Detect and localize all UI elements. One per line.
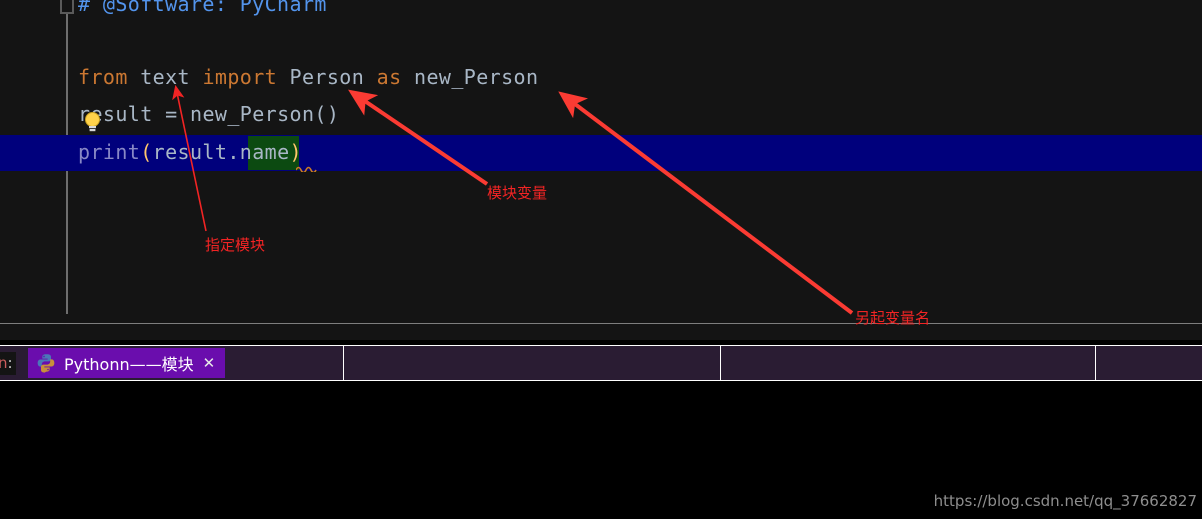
code-editor[interactable]: # @Software: PyCharm from text import Pe…	[0, 0, 1202, 340]
pycharm-window: # @Software: PyCharm from text import Pe…	[0, 0, 1202, 519]
token-equals: =	[165, 102, 178, 126]
token-print-fn: print	[78, 140, 141, 164]
code-line-print: print(result.name)	[78, 140, 302, 164]
intention-bulb-icon[interactable]	[84, 111, 101, 133]
tabbar-divider-1	[343, 345, 344, 381]
token-space-6	[153, 102, 165, 126]
tabbar-divider-2	[720, 345, 721, 381]
token-open-paren: (	[140, 140, 153, 164]
token-space-5	[402, 65, 414, 89]
close-icon[interactable]: ✕	[203, 354, 216, 372]
editor-console-divider[interactable]	[0, 323, 1202, 324]
code-line-assignment: result = new_Person()	[78, 102, 339, 126]
error-squiggle-icon	[296, 166, 317, 172]
selection-highlight-gutter	[0, 135, 68, 171]
token-attribute: name	[239, 140, 290, 164]
token-call: new_Person()	[190, 102, 340, 126]
run-tab-title: Pythonn——模块	[64, 355, 194, 374]
token-as: as	[376, 65, 402, 89]
token-space-3	[277, 65, 289, 89]
token-from: from	[78, 65, 128, 89]
run-tab-active[interactable]: Pythonn——模块 ✕	[28, 348, 226, 378]
token-symbol: Person	[289, 65, 365, 89]
token-space-4	[364, 65, 376, 89]
token-import: import	[202, 65, 278, 89]
token-space-1	[128, 65, 140, 89]
token-module: text	[140, 65, 190, 89]
code-line-import: from text import Person as new_Person	[78, 65, 538, 89]
token-space-7	[178, 102, 190, 126]
token-space-2	[190, 65, 202, 89]
watermark-url: https://blog.csdn.net/qq_37662827	[933, 492, 1197, 510]
token-object: result.	[152, 140, 240, 164]
code-fold-marker-icon[interactable]	[60, 0, 74, 14]
python-icon	[37, 354, 55, 373]
tabbar-divider-3	[1095, 345, 1096, 381]
token-close-paren: )	[289, 140, 302, 164]
run-window-label: n:	[0, 352, 16, 375]
code-line-comment: # @Software: PyCharm	[78, 0, 327, 16]
token-alias: new_Person	[414, 65, 539, 89]
